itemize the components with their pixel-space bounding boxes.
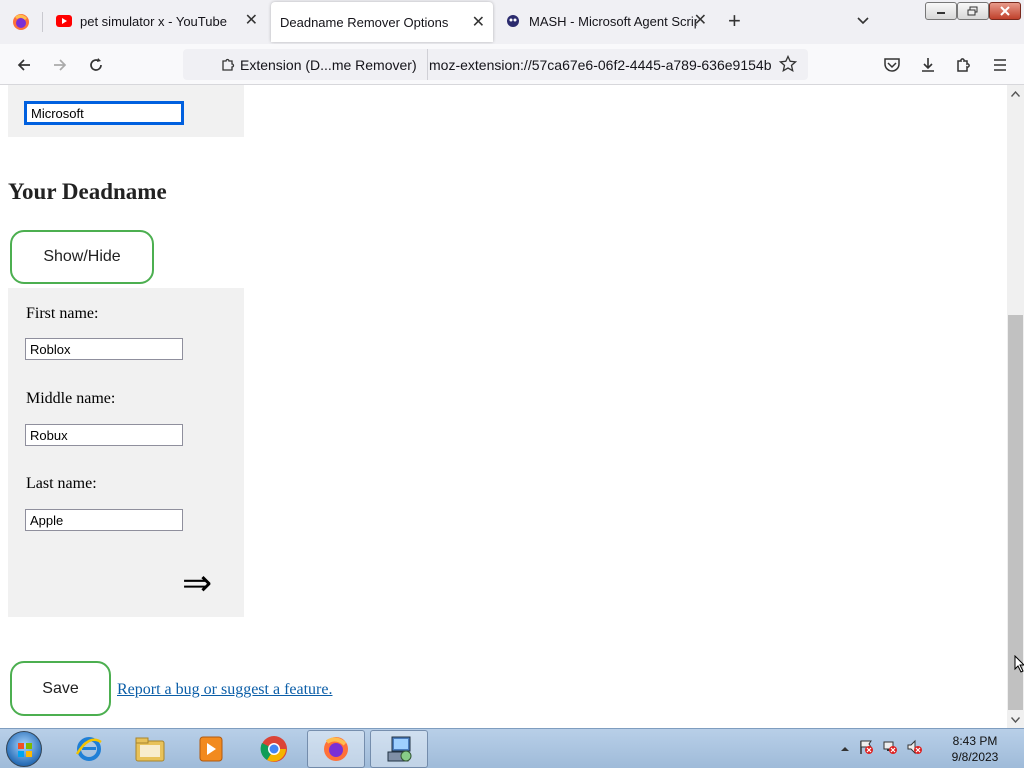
address-bar[interactable]: Extension (D...me Remover) moz-extension… xyxy=(183,49,808,80)
next-arrow-button[interactable]: ⇒ xyxy=(182,563,212,603)
installer-app-icon[interactable] xyxy=(370,730,428,768)
identity-label[interactable]: Extension (D...me Remover) xyxy=(240,49,428,80)
bookmark-star-icon[interactable] xyxy=(778,54,798,78)
system-tray xyxy=(840,729,922,768)
report-bug-link[interactable]: Report a bug or suggest a feature. xyxy=(117,681,332,699)
last-name-input[interactable] xyxy=(25,509,183,531)
youtube-icon xyxy=(56,15,72,27)
forward-button[interactable] xyxy=(48,53,72,77)
middle-name-input[interactable] xyxy=(25,424,183,446)
mouse-cursor-icon xyxy=(1014,654,1024,678)
back-button[interactable] xyxy=(12,53,36,77)
new-tab-button[interactable]: + xyxy=(728,10,741,32)
show-hide-button[interactable]: Show/Hide xyxy=(10,230,154,284)
last-name-label: Last name: xyxy=(26,475,97,492)
first-name-label: First name: xyxy=(26,305,99,322)
taskbar: 8:43 PM 9/8/2023 xyxy=(0,728,1024,768)
close-tab-icon[interactable]: ✕ xyxy=(472,14,485,32)
tab-list-chevron-icon[interactable] xyxy=(855,12,871,33)
url-text[interactable]: moz-extension://57ca67e6-06f2-4445-a789-… xyxy=(429,49,774,80)
tab-strip: pet simulator x - YouTube ✕ Deadname Rem… xyxy=(0,0,1024,44)
tab-title: Deadname Remover Options xyxy=(280,14,449,30)
vertical-scrollbar[interactable] xyxy=(1007,85,1024,728)
pocket-icon[interactable] xyxy=(880,53,904,77)
save-button[interactable]: Save xyxy=(10,661,111,716)
extension-puzzle-icon xyxy=(221,57,236,77)
middle-name-label: Middle name: xyxy=(26,390,116,407)
tab-mash[interactable]: MASH - Microsoft Agent Scripting ✕ xyxy=(497,0,715,42)
downloads-icon[interactable] xyxy=(916,53,940,77)
file-explorer-icon[interactable] xyxy=(121,730,179,768)
volume-muted-icon[interactable] xyxy=(906,739,922,760)
start-button[interactable] xyxy=(6,731,42,767)
extensions-icon[interactable] xyxy=(952,53,976,77)
hamburger-menu-icon[interactable] xyxy=(988,53,1012,77)
first-name-input[interactable] xyxy=(25,338,183,360)
mash-icon xyxy=(505,13,521,29)
clock-date: 9/8/2023 xyxy=(951,750,999,764)
replacement-name-input[interactable] xyxy=(25,102,183,124)
close-tab-icon[interactable]: ✕ xyxy=(694,12,707,30)
firefox-icon[interactable] xyxy=(0,0,42,44)
section-heading: Your Deadname xyxy=(8,179,167,204)
tab-title: pet simulator x - YouTube xyxy=(80,13,227,29)
reload-button[interactable] xyxy=(84,53,108,77)
tab-separator xyxy=(42,12,43,32)
scroll-up-arrow-icon[interactable] xyxy=(1010,89,1021,99)
restore-button[interactable] xyxy=(957,2,989,20)
tab-deadname-options[interactable]: Deadname Remover Options ✕ xyxy=(271,2,493,42)
network-icon[interactable] xyxy=(882,739,898,760)
internet-explorer-icon[interactable] xyxy=(60,730,118,768)
page-content: Your Deadname Show/Hide First name: Midd… xyxy=(0,85,1007,728)
scroll-down-arrow-icon[interactable] xyxy=(1010,715,1021,725)
scrollbar-thumb[interactable] xyxy=(1008,315,1023,710)
clock[interactable]: 8:43 PM 9/8/2023 xyxy=(940,733,1010,765)
navigation-toolbar: Extension (D...me Remover) moz-extension… xyxy=(0,44,1024,85)
close-window-button[interactable] xyxy=(989,2,1021,20)
tab-youtube[interactable]: pet simulator x - YouTube ✕ xyxy=(48,0,266,42)
media-player-icon[interactable] xyxy=(182,730,240,768)
close-tab-icon[interactable]: ✕ xyxy=(245,12,258,30)
show-hidden-icons-icon[interactable] xyxy=(840,740,850,758)
action-center-flag-icon[interactable] xyxy=(858,739,874,760)
chrome-icon[interactable] xyxy=(245,730,303,768)
clock-time: 8:43 PM xyxy=(952,734,998,748)
tab-title: MASH - Microsoft Agent Scripting xyxy=(529,13,697,29)
firefox-taskbar-icon[interactable] xyxy=(307,730,365,768)
minimize-button[interactable] xyxy=(925,2,957,20)
